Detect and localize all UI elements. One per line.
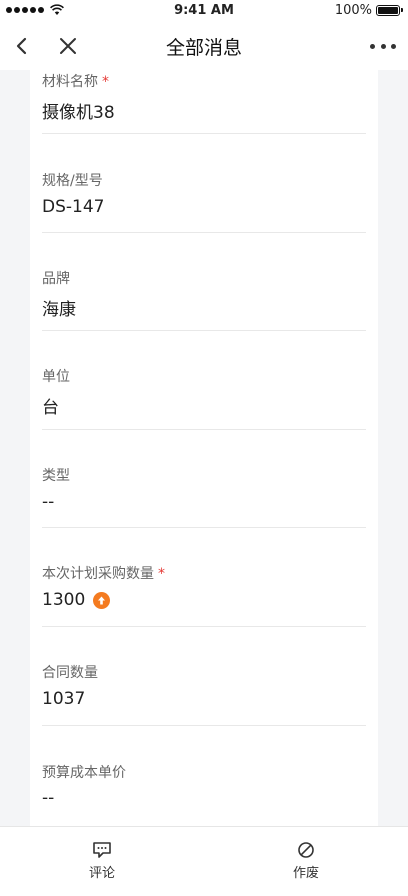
field-label: 预算成本单价 bbox=[42, 762, 126, 782]
value-text: 1300 bbox=[42, 590, 86, 610]
void-icon bbox=[298, 842, 314, 858]
label-text: 规格/型号 bbox=[42, 173, 103, 189]
field-value: -- bbox=[42, 788, 55, 808]
field-planned-purchase-qty: 本次计划采购数量 * 1300 bbox=[42, 527, 366, 627]
battery-icon bbox=[376, 5, 403, 16]
field-label: 类型 bbox=[42, 465, 70, 485]
battery-area: 100% bbox=[334, 3, 403, 18]
field-value: 台 bbox=[42, 398, 59, 418]
field-label: 单位 bbox=[42, 366, 70, 386]
label-text: 材料名称 bbox=[42, 74, 98, 90]
field-value: 海康 bbox=[42, 300, 76, 320]
field-material-name: 材料名称 * 摄像机38 bbox=[42, 70, 366, 134]
comment-button[interactable]: 评论 bbox=[62, 841, 142, 881]
arrow-up-icon bbox=[93, 591, 111, 609]
field-label: 品牌 bbox=[42, 268, 70, 288]
field-value: 摄像机38 bbox=[42, 103, 115, 123]
label-text: 本次计划采购数量 bbox=[42, 566, 154, 582]
label-text: 品牌 bbox=[42, 271, 70, 287]
detail-card: 材料名称 * 摄像机38 规格/型号 DS-147 品牌 海康 单位 台 类型 -… bbox=[30, 70, 378, 826]
void-button[interactable]: 作废 bbox=[266, 841, 346, 881]
field-label: 合同数量 bbox=[42, 662, 98, 682]
field-type: 类型 -- bbox=[42, 429, 366, 528]
bottom-action-bar: 评论 作废 bbox=[0, 826, 408, 896]
field-value: 1300 bbox=[42, 590, 111, 610]
field-label: 材料名称 * bbox=[42, 71, 109, 91]
required-mark: * bbox=[102, 74, 109, 90]
page-title: 全部消息 bbox=[165, 37, 242, 59]
field-value: 1037 bbox=[42, 689, 86, 709]
status-bar: 9:41 AM 100% bbox=[0, 0, 408, 22]
field-label: 本次计划采购数量 * bbox=[42, 563, 165, 583]
field-spec-model: 规格/型号 DS-147 bbox=[42, 133, 366, 233]
comment-label: 评论 bbox=[88, 866, 115, 881]
required-mark: * bbox=[158, 566, 165, 582]
field-budget-unit-cost: 预算成本单价 -- bbox=[42, 725, 366, 826]
more-icon[interactable] bbox=[370, 34, 396, 58]
label-text: 单位 bbox=[42, 369, 70, 385]
label-text: 预算成本单价 bbox=[42, 765, 126, 781]
field-unit: 单位 台 bbox=[42, 330, 366, 430]
void-label: 作废 bbox=[292, 866, 319, 881]
field-brand: 品牌 海康 bbox=[42, 232, 366, 331]
field-label: 规格/型号 bbox=[42, 170, 103, 190]
field-contract-qty: 合同数量 1037 bbox=[42, 626, 366, 726]
comment-icon bbox=[93, 842, 111, 858]
field-value: -- bbox=[42, 492, 55, 512]
field-value: DS-147 bbox=[42, 197, 105, 217]
label-text: 类型 bbox=[42, 468, 70, 484]
label-text: 合同数量 bbox=[42, 665, 98, 681]
battery-percent: 100% bbox=[334, 3, 372, 18]
navigation-bar: 全部消息 bbox=[0, 22, 408, 70]
